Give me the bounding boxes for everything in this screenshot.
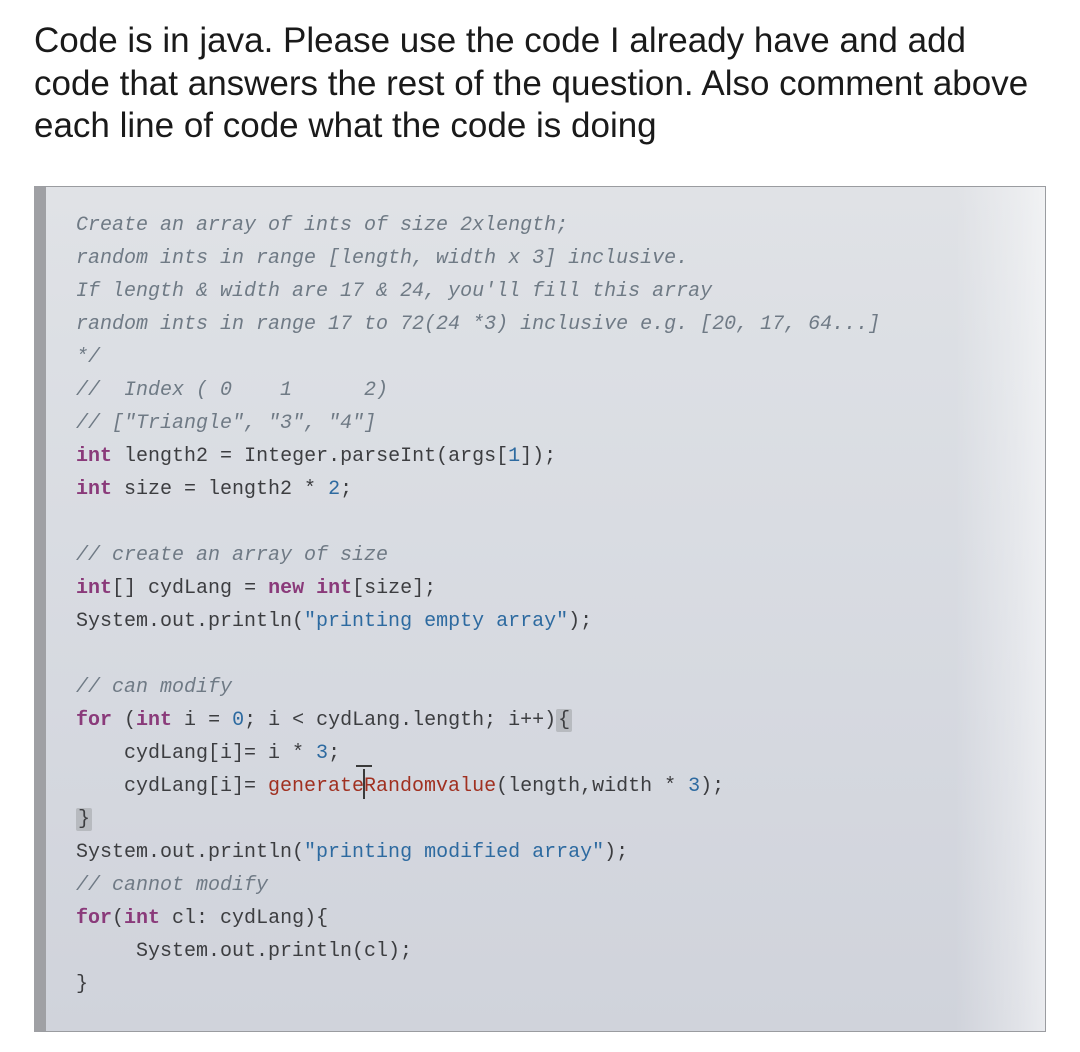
unresolved-function: Randomvalue — [364, 775, 496, 798]
number-literal: 0 — [232, 709, 244, 732]
keyword-new: new — [256, 577, 316, 600]
brace-close-highlighted: } — [76, 808, 92, 831]
code-line-comment: // Index ( 0 1 2) — [76, 379, 388, 402]
keyword-int: int — [76, 577, 112, 600]
keyword-int: int — [316, 577, 352, 600]
brace-close: } — [76, 973, 88, 996]
keyword-for: for — [76, 709, 112, 732]
punctuation: ); — [568, 610, 592, 633]
code-block: Create an array of ints of size 2xlength… — [34, 186, 1046, 1032]
punctuation: ]); — [520, 445, 556, 468]
assignment: cydLang[i]= i * — [76, 742, 316, 765]
code-line-comment: If length & width are 17 & 24, you'll fi… — [76, 280, 712, 303]
unresolved-function: generate — [268, 775, 364, 798]
punctuation: ( — [112, 907, 124, 930]
string-literal: "printing modified array" — [304, 841, 604, 864]
keyword-int: int — [124, 907, 160, 930]
punctuation: ); — [604, 841, 628, 864]
identifier: [size]; — [352, 577, 436, 600]
identifier: cydLang — [136, 577, 244, 600]
foreach-rest: cl: cydLang){ — [160, 907, 328, 930]
identifier: length2 — [112, 445, 220, 468]
method-call: System.out.println(cl); — [76, 940, 412, 963]
identifier: i — [172, 709, 208, 732]
number-literal: 2 — [328, 478, 340, 501]
assignment: cydLang[i]= — [76, 775, 268, 798]
punctuation: ( — [112, 709, 136, 732]
code-line-comment: random ints in range 17 to 72(24 *3) inc… — [76, 313, 880, 336]
keyword-for: for — [76, 907, 112, 930]
brackets: [] — [112, 577, 136, 600]
code-line-comment: // create an array of size — [76, 544, 388, 567]
method-call: System.out.println( — [76, 610, 304, 633]
keyword-int: int — [76, 445, 112, 468]
string-literal: "printing empty array" — [304, 610, 568, 633]
code-line-comment-end: */ — [76, 346, 100, 369]
loop-condition: ; i < cydLang.length; i++) — [244, 709, 556, 732]
code-line-comment: // cannot modify — [76, 874, 268, 897]
punctuation: ; — [340, 478, 352, 501]
keyword-int: int — [76, 478, 112, 501]
number-literal: 3 — [688, 775, 700, 798]
question-prompt: Code is in java. Please use the code I a… — [34, 20, 1046, 148]
identifier: size = length2 * — [112, 478, 328, 501]
brace-open-highlighted: { — [556, 709, 572, 732]
punctuation: ; — [328, 742, 340, 765]
punctuation: ); — [700, 775, 724, 798]
number-literal: 3 — [316, 742, 328, 765]
operator: = — [208, 709, 232, 732]
code-line-comment: // ["Triangle", "3", "4"] — [76, 412, 376, 435]
method-call: Integer.parseInt(args[ — [232, 445, 508, 468]
code-line-comment: random ints in range [length, width x 3]… — [76, 247, 688, 270]
code-line-comment: // can modify — [76, 676, 232, 699]
method-call: System.out.println( — [76, 841, 304, 864]
number-literal: 1 — [508, 445, 520, 468]
code-line-comment: Create an array of ints of size 2xlength… — [76, 214, 568, 237]
arguments: (length,width * — [496, 775, 688, 798]
keyword-int: int — [136, 709, 172, 732]
operator: = — [220, 445, 232, 468]
operator: = — [244, 577, 256, 600]
